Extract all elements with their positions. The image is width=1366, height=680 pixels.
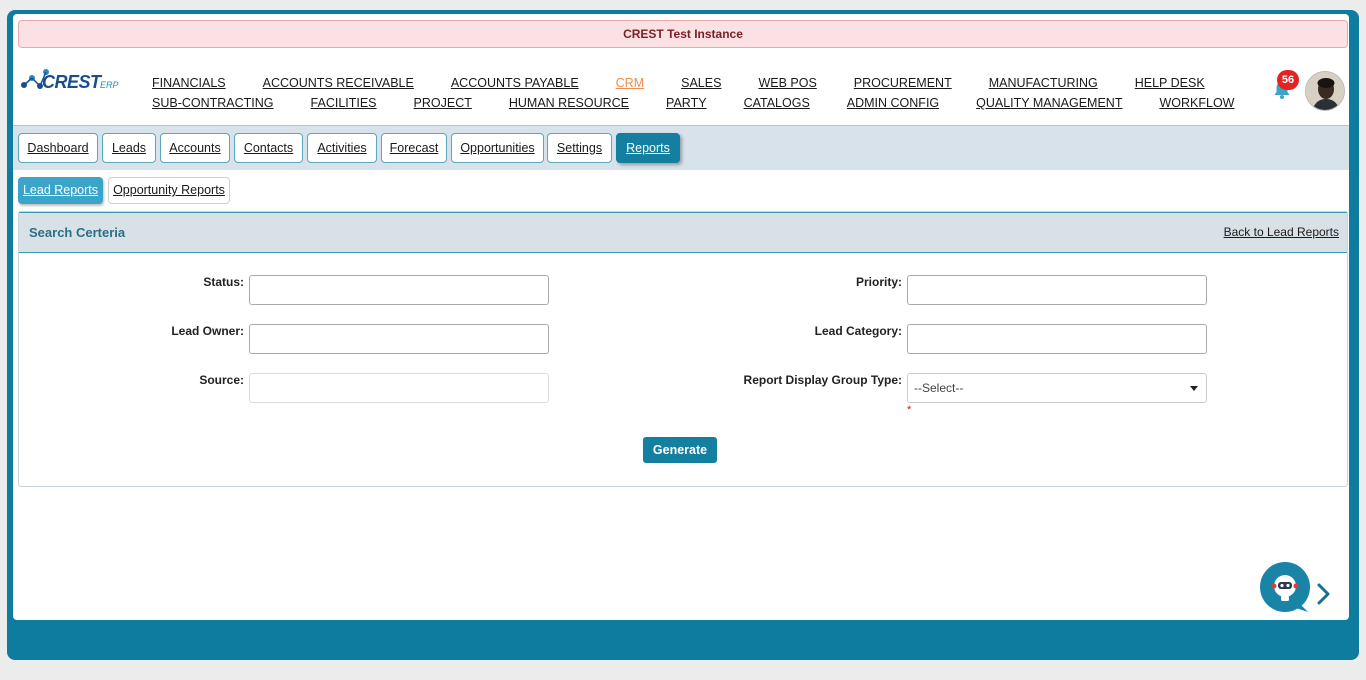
status-label: Status: [203,275,244,289]
user-avatar[interactable] [1305,71,1345,111]
nav-quality-management[interactable]: QUALITY MANAGEMENT [976,96,1122,110]
module-nav-row-1: FINANCIALS ACCOUNTS RECEIVABLE ACCOUNTS … [152,73,1222,93]
nav-project[interactable]: PROJECT [414,96,472,110]
nav-admin-config[interactable]: ADMIN CONFIG [847,96,939,110]
chatbot-launcher[interactable] [1260,562,1310,612]
nav-crm[interactable]: CRM [616,76,644,90]
report-display-group-type-select[interactable]: --Select-- [907,373,1207,403]
subtab-opportunity-reports[interactable]: Opportunity Reports [108,177,230,204]
tab-leads[interactable]: Leads [102,133,156,163]
nav-manufacturing[interactable]: MANUFACTURING [989,76,1098,90]
chevron-down-icon [1190,386,1198,391]
tab-dashboard[interactable]: Dashboard [18,133,98,163]
crest-logo[interactable]: CREST ERP [20,66,124,96]
status-input[interactable] [249,275,549,305]
lead-category-input[interactable] [907,324,1207,354]
chevron-right-icon[interactable] [1314,580,1334,608]
instance-banner: CREST Test Instance [18,20,1348,48]
priority-label: Priority: [855,275,902,289]
nav-help-desk[interactable]: HELP DESK [1135,76,1205,90]
logo-text: CREST [42,72,101,92]
nav-workflow[interactable]: WORKFLOW [1159,96,1234,110]
tab-accounts[interactable]: Accounts [160,133,230,163]
module-nav-row-2: SUB-CONTRACTING FACILITIES PROJECT HUMAN… [152,93,1234,113]
crm-tab-bar: Dashboard Leads Accounts Contacts Activi… [13,125,1349,170]
chatbot-icon [1271,575,1308,612]
report-display-group-type-label: Report Display Group Type: [743,373,902,387]
source-input[interactable] [249,373,549,403]
tab-reports[interactable]: Reports [616,133,680,163]
lead-category-label: Lead Category: [814,324,902,338]
nav-financials[interactable]: FINANCIALS [152,76,226,90]
subtab-lead-reports[interactable]: Lead Reports [18,177,103,204]
nav-catalogs[interactable]: CATALOGS [744,96,810,110]
generate-button[interactable]: Generate [643,437,717,463]
panel-title: Search Certeria [29,225,126,240]
avatar-photo [1306,72,1344,110]
nav-facilities[interactable]: FACILITIES [311,96,377,110]
tab-activities[interactable]: Activities [307,133,377,163]
tab-settings[interactable]: Settings [547,133,612,163]
lead-owner-label: Lead Owner: [171,324,244,338]
source-label: Source: [199,373,244,387]
required-indicator: * [907,404,912,416]
nav-sales[interactable]: SALES [681,76,721,90]
tab-contacts[interactable]: Contacts [234,133,303,163]
tab-forecast[interactable]: Forecast [381,133,447,163]
nav-sub-contracting[interactable]: SUB-CONTRACTING [152,96,274,110]
nav-human-resource[interactable]: HUMAN RESOURCE [509,96,629,110]
lead-owner-input[interactable] [249,324,549,354]
priority-input[interactable] [907,275,1207,305]
nav-accounts-payable[interactable]: ACCOUNTS PAYABLE [451,76,579,90]
nav-procurement[interactable]: PROCUREMENT [854,76,952,90]
select-value: --Select-- [914,381,964,395]
notification-count-badge: 56 [1277,70,1299,90]
nav-web-pos[interactable]: WEB POS [758,76,816,90]
back-to-lead-reports-link[interactable]: Back to Lead Reports [1224,225,1339,239]
module-nav: FINANCIALS ACCOUNTS RECEIVABLE ACCOUNTS … [152,73,1234,113]
nav-party[interactable]: PARTY [666,96,707,110]
logo-suffix: ERP [100,80,119,90]
nav-accounts-receivable[interactable]: ACCOUNTS RECEIVABLE [263,76,414,90]
panel-header: Search Certeria Back to Lead Reports [19,212,1347,253]
tab-opportunities[interactable]: Opportunities [451,133,544,163]
